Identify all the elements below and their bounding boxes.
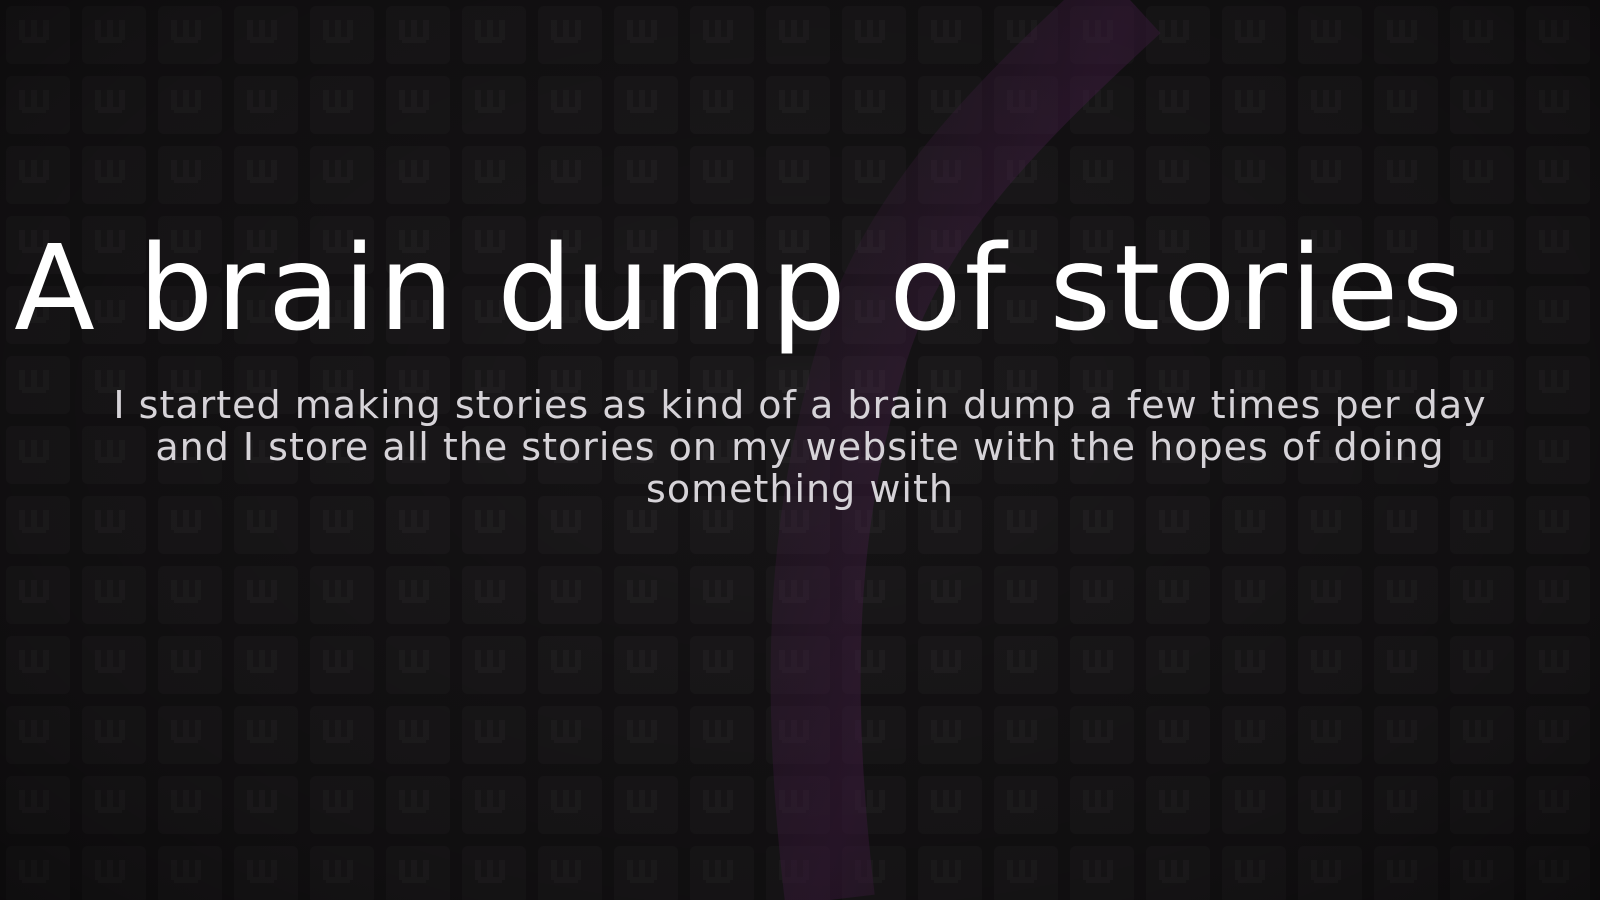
page-description: I started making stories as kind of a br…	[113, 383, 1487, 511]
page-title: A brain dump of stories	[14, 219, 1466, 357]
og-card: A brain dump of stories I started making…	[0, 0, 1600, 900]
